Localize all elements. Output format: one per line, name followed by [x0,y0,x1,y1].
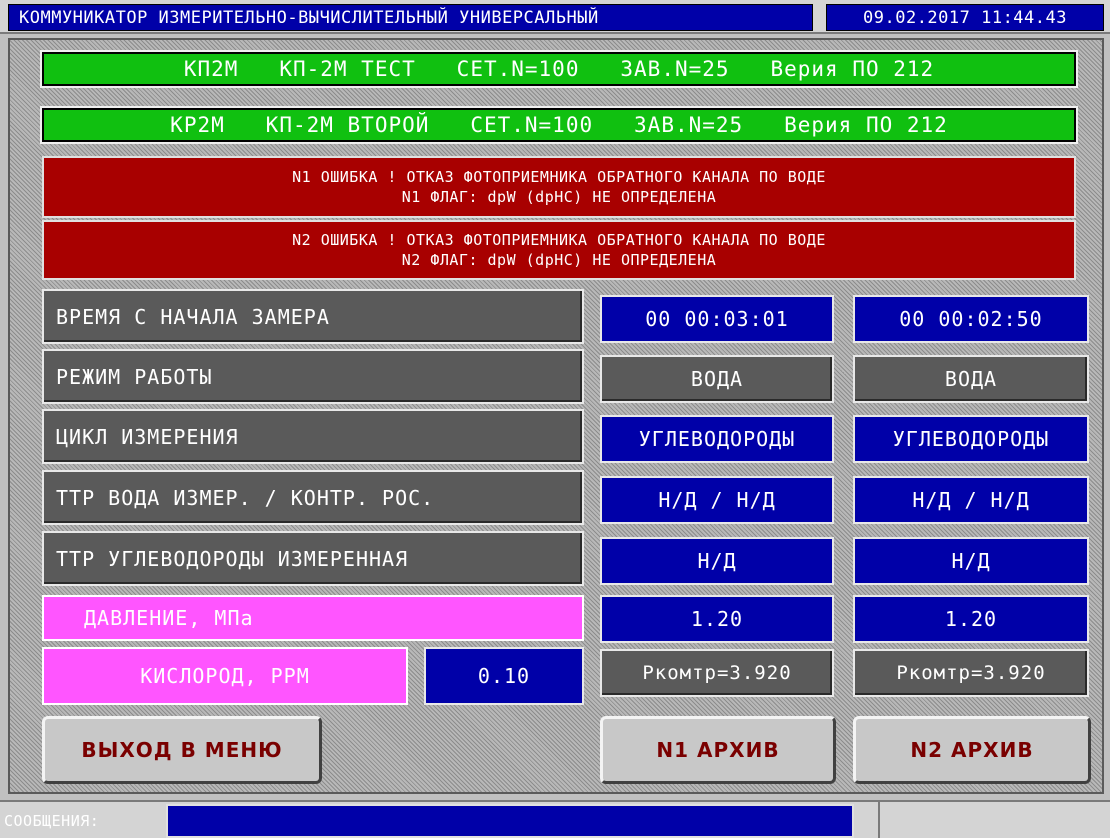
oxygen-label: КИСЛОРОД, PPM [42,647,408,705]
n1-ttr-water-value: Н/Д / Н/Д [600,476,834,524]
status-separator [878,800,880,838]
error-2-text: N2 ОШИБКА ! ОТКАЗ ФОТОПРИЕМНИКА ОБРАТНОГ… [292,231,826,249]
error-1-flag: N1 ФЛАГ: dpW (dpHC) НЕ ОПРЕДЕЛЕНА [401,188,717,206]
n1-mode-value: ВОДА [600,355,834,403]
oxygen-value: 0.10 [424,647,584,705]
n1-cycle-value: УГЛЕВОДОРОДЫ [600,415,834,463]
n1-archive-button[interactable]: N1 АРХИВ [600,716,836,784]
n2-archive-button[interactable]: N2 АРХИВ [853,716,1091,784]
n2-ttr-water-value: Н/Д / Н/Д [853,476,1089,524]
device-info-2: КР2М КП-2М ВТОРОЙ СЕТ.N=100 ЗАВ.N=25 Вер… [40,106,1078,144]
n1-time-value: 00 00:03:01 [600,295,834,343]
messages-label: СООБЩЕНИЯ: [4,812,100,830]
n2-pressure-value: 1.20 [853,595,1089,643]
row-label-pressure: ДАВЛЕНИЕ, МПа [42,595,584,641]
n2-ttr-hc-value: Н/Д [853,537,1089,585]
row-label-mode: РЕЖИМ РАБОТЫ [42,349,584,404]
n1-ttr-hc-value: Н/Д [600,537,834,585]
error-2-flag: N2 ФЛАГ: dpW (dpHC) НЕ ОПРЕДЕЛЕНА [401,251,717,269]
error-message-2: N2 ОШИБКА ! ОТКАЗ ФОТОПРИЕМНИКА ОБРАТНОГ… [42,220,1076,280]
messages-field [166,804,854,838]
row-label-ttr-hc: ТТР УГЛЕВОДОРОДЫ ИЗМЕРЕННАЯ [42,531,584,586]
error-1-text: N1 ОШИБКА ! ОТКАЗ ФОТОПРИЕМНИКА ОБРАТНОГ… [292,168,826,186]
n2-mode-value: ВОДА [853,355,1089,403]
row-label-time: ВРЕМЯ С НАЧАЛА ЗАМЕРА [42,289,584,344]
device-info-1: КП2М КП-2М ТЕСТ СЕТ.N=100 ЗАВ.N=25 Верия… [40,50,1078,88]
exit-to-menu-button[interactable]: ВЫХОД В МЕНЮ [42,716,322,784]
datetime-display: 09.02.2017 11:44.43 [826,4,1104,31]
n2-time-value: 00 00:02:50 [853,295,1089,343]
n2-cycle-value: УГЛЕВОДОРОДЫ [853,415,1089,463]
n1-pressure-value: 1.20 [600,595,834,643]
n1-pcontr-value: Ркомтр=3.920 [600,649,834,697]
app-title: КОММУНИКАТОР ИЗМЕРИТЕЛЬНО-ВЫЧИСЛИТЕЛЬНЫЙ… [8,4,813,31]
row-label-cycle: ЦИКЛ ИЗМЕРЕНИЯ [42,409,584,464]
error-message-1: N1 ОШИБКА ! ОТКАЗ ФОТОПРИЕМНИКА ОБРАТНОГ… [42,156,1076,218]
n2-pcontr-value: Ркомтр=3.920 [853,649,1089,697]
row-label-ttr-water: ТТР ВОДА ИЗМЕР. / КОНТР. РОС. [42,470,584,525]
